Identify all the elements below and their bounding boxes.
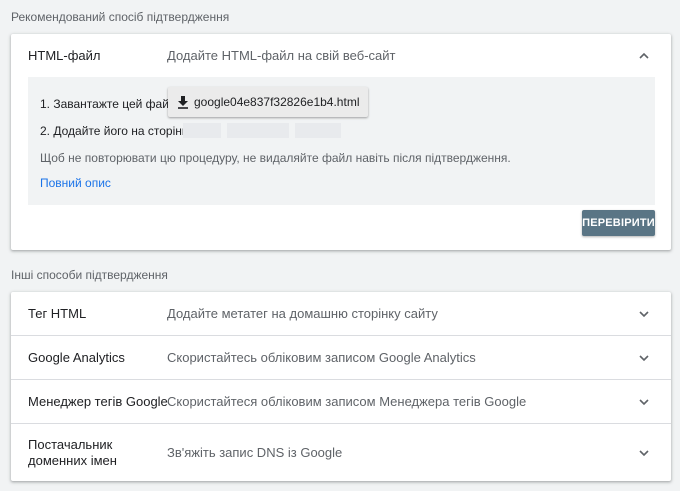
recommended-section-heading: Рекомендований спосіб підтвердження [11, 10, 230, 24]
method-row-html-tag[interactable]: Тег HTML Додайте метатег на домашню стор… [11, 292, 671, 336]
chevron-down-icon[interactable] [637, 446, 651, 460]
chevron-down-icon[interactable] [637, 395, 651, 409]
method-row-tag-manager[interactable]: Менеджер тегів Google Скористайтеся облі… [11, 380, 671, 424]
other-methods-card: Тег HTML Додайте метатег на домашню стор… [11, 292, 671, 481]
step-2-label: 2. Додайте його на сторінку [40, 124, 194, 138]
keep-file-hint: Щоб не повторювати цю процедуру, не вида… [40, 151, 511, 165]
method-title: Google Analytics [28, 349, 125, 365]
download-filename: google04e837f32826e1b4.html [194, 95, 360, 109]
download-icon [178, 95, 188, 109]
recommended-method-card: HTML-файл Додайте HTML-файл на свій веб-… [11, 34, 671, 250]
method-row-google-analytics[interactable]: Google Analytics Скористайтесь обліковим… [11, 336, 671, 380]
method-title: Менеджер тегів Google [28, 393, 168, 409]
method-title: Постачальник доменних імен [28, 436, 117, 468]
method-description: Скористайтеся обліковим записом Менеджер… [167, 394, 527, 409]
method-description: Зв'яжіть запис DNS із Google [167, 445, 343, 460]
step-1-label: 1. Завантажте цей файл: [40, 97, 180, 111]
verify-button[interactable]: ПЕРЕВІРИТИ [582, 210, 655, 236]
chevron-down-icon[interactable] [637, 307, 651, 321]
full-description-link[interactable]: Повний опис [40, 176, 111, 190]
download-file-button[interactable]: google04e837f32826e1b4.html [168, 87, 369, 117]
redacted-url [183, 123, 341, 138]
method-description: Скористайтесь обліковим записом Google A… [167, 350, 476, 365]
method-title: Тег HTML [28, 305, 87, 321]
other-methods-section-heading: Інші способи підтвердження [11, 268, 168, 282]
method-title: HTML-файл [28, 47, 101, 63]
chevron-up-icon[interactable] [637, 49, 651, 63]
method-row-domain-provider[interactable]: Постачальник доменних імен Зв'яжіть запи… [11, 424, 671, 481]
chevron-down-icon[interactable] [637, 351, 651, 365]
method-description: Додайте HTML-файл на свій веб-сайт [167, 48, 396, 63]
html-file-instructions-panel: 1. Завантажте цей файл: google04e837f328… [28, 77, 655, 205]
html-file-method-header[interactable]: HTML-файл Додайте HTML-файл на свій веб-… [11, 34, 671, 77]
method-description: Додайте метатег на домашню сторінку сайт… [167, 306, 438, 321]
